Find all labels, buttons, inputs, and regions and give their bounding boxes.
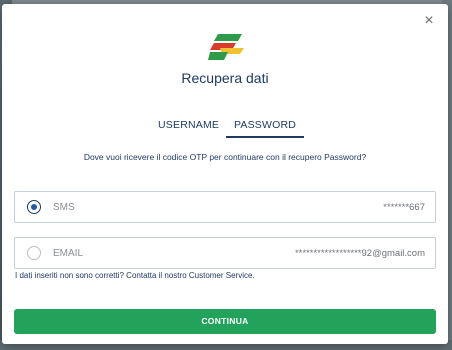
option-sms-label: SMS <box>53 202 75 213</box>
close-icon[interactable]: × <box>422 13 436 29</box>
option-sms[interactable]: SMS *******667 <box>14 191 436 223</box>
otp-prompt: Dove vuoi ricevere il codice OTP per con… <box>83 152 367 162</box>
option-email-label: EMAIL <box>53 248 84 259</box>
modal-title: Recupera dati <box>181 70 269 86</box>
tab-username[interactable]: USERNAME <box>152 118 222 138</box>
continue-button[interactable]: CONTINUA <box>14 309 436 334</box>
customer-service-note: I dati inseriti non sono corretti? Conta… <box>15 271 255 280</box>
option-sms-value: *******667 <box>383 202 425 213</box>
radio-sms[interactable] <box>27 200 41 214</box>
brand-logo-icon <box>208 34 244 60</box>
option-email[interactable]: EMAIL ******************92@gmail.com <box>14 237 436 269</box>
option-email-value: ******************92@gmail.com <box>294 248 425 259</box>
tab-password[interactable]: PASSWORD <box>226 118 304 138</box>
radio-email[interactable] <box>27 246 41 260</box>
recovery-tabs: USERNAME PASSWORD <box>152 118 304 138</box>
recover-data-modal: × Recupera dati USERNAME PASSWORD Dove v… <box>2 4 448 344</box>
